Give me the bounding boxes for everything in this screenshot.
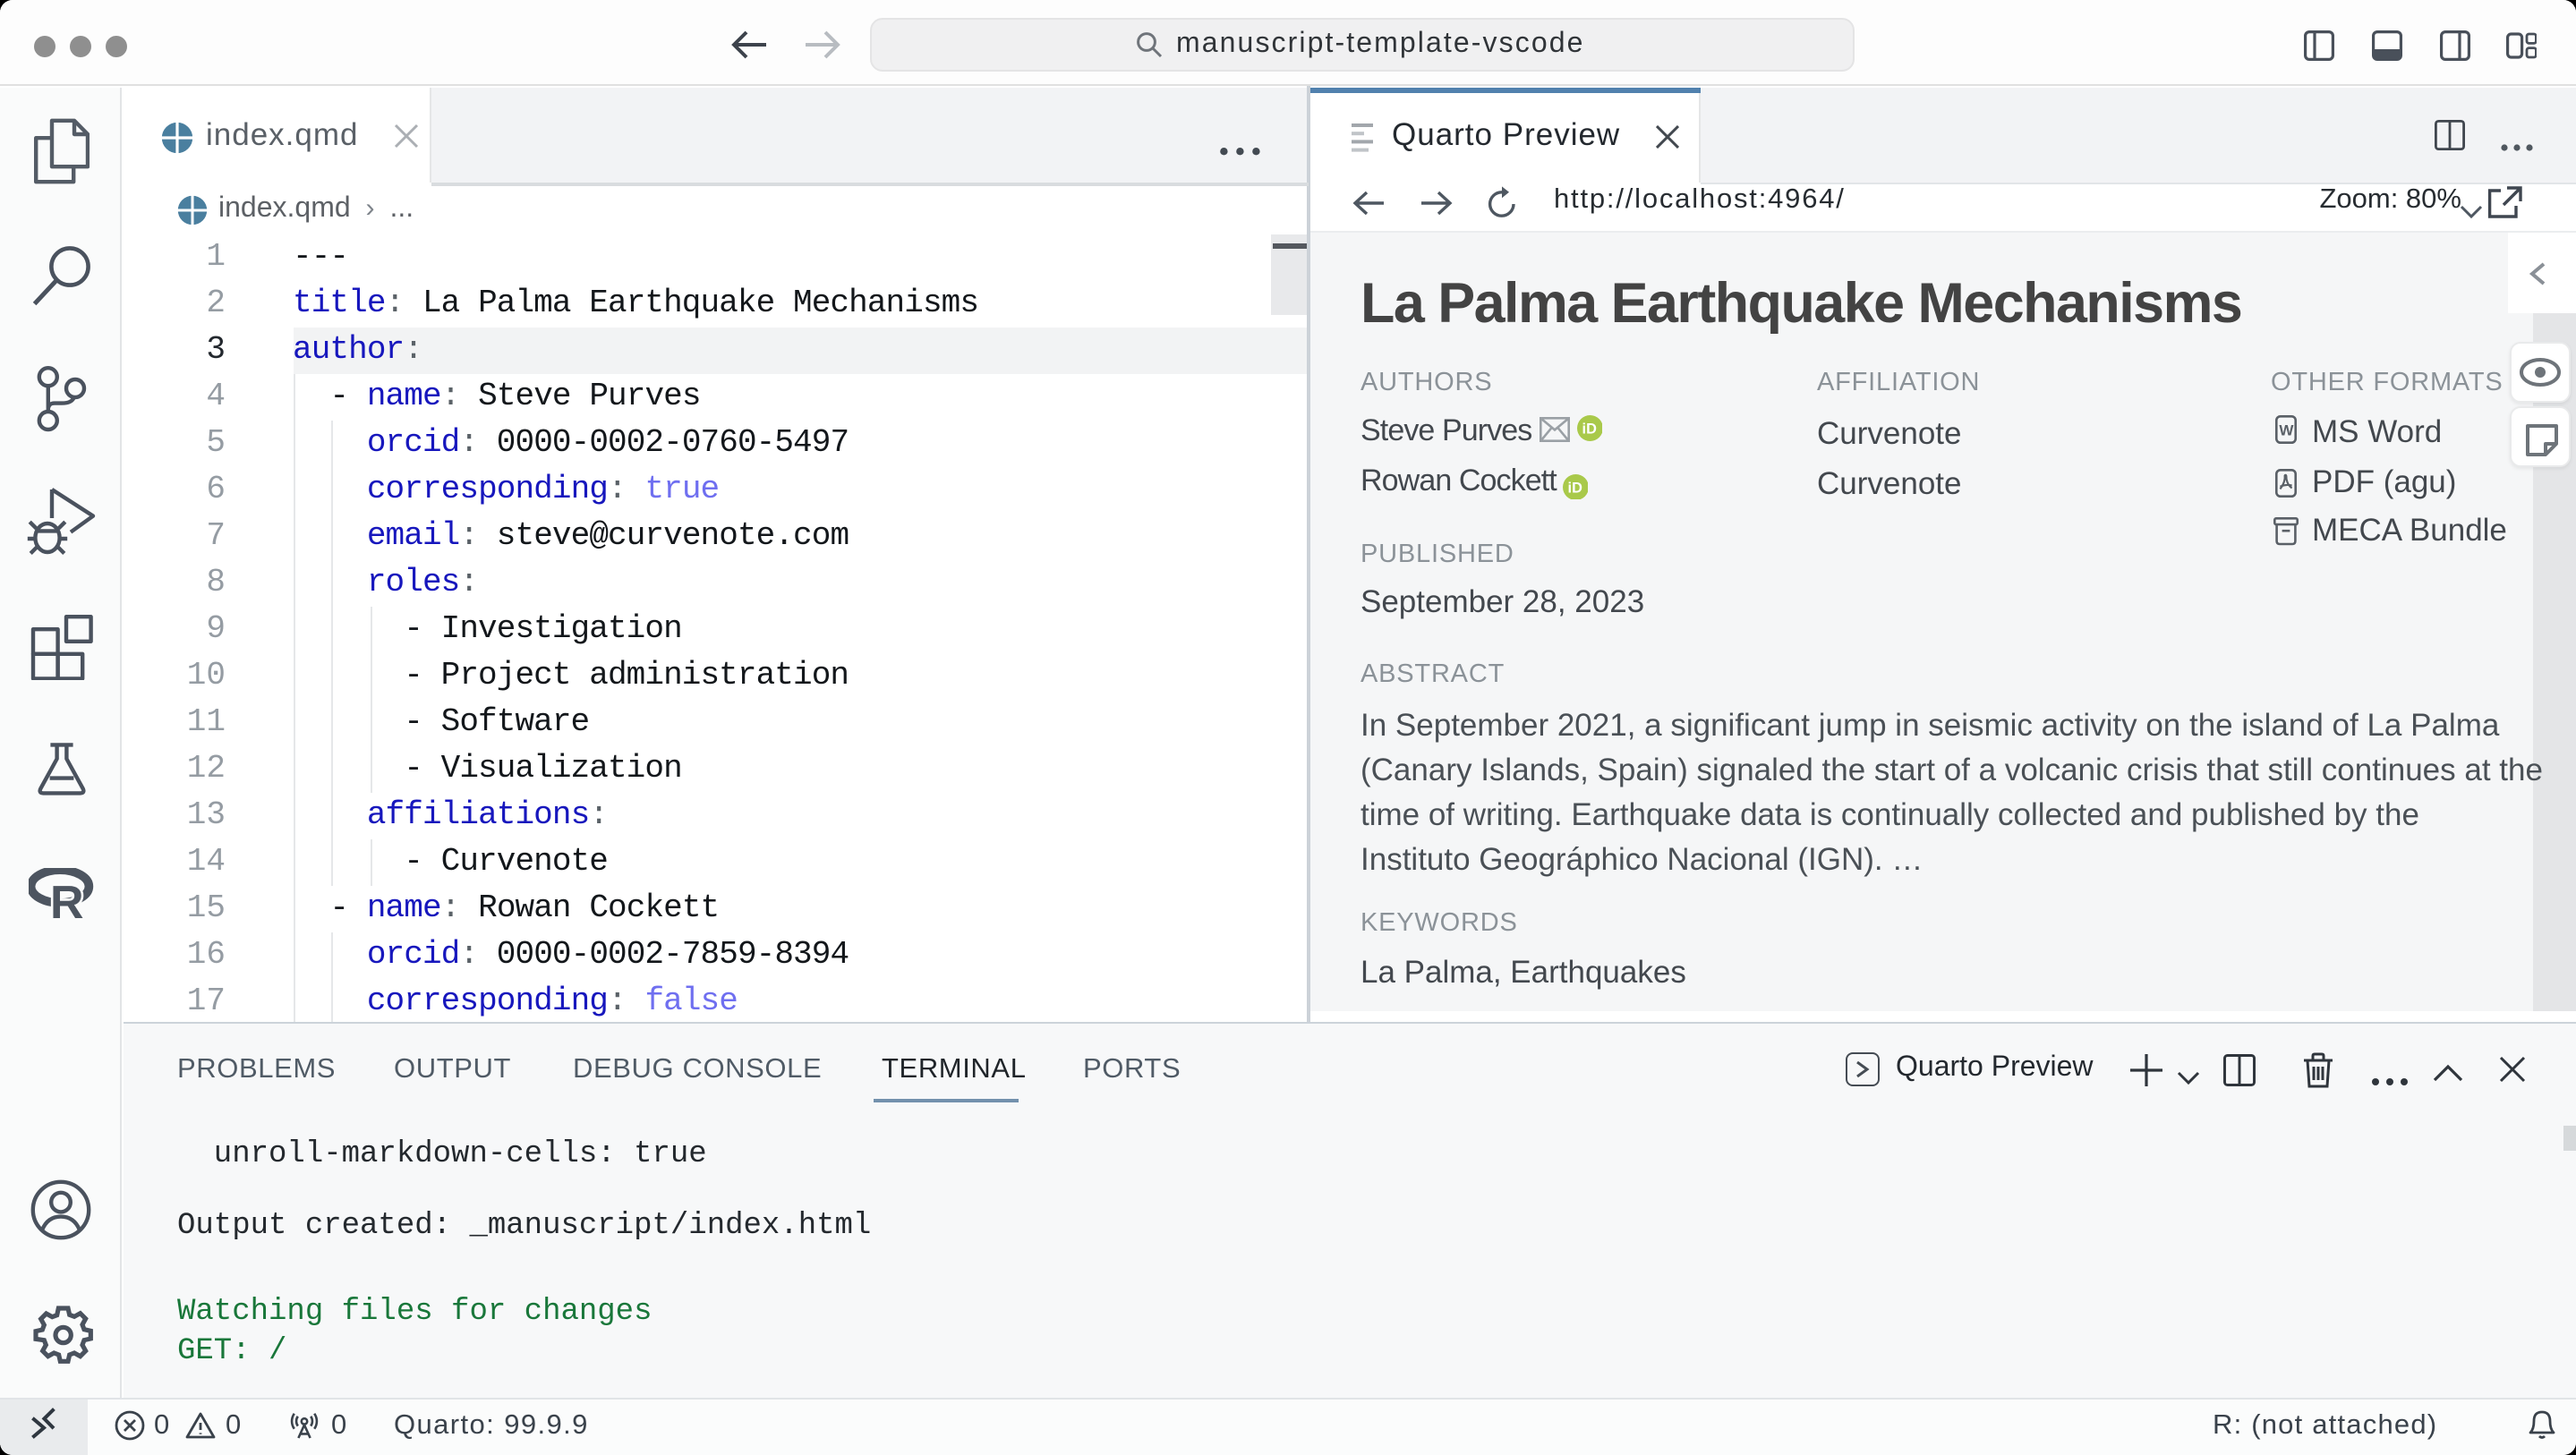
svg-text:iD: iD [1582,421,1597,438]
svg-text:W: W [2279,422,2294,439]
svg-text:R: R [50,877,84,923]
svg-text:iD: iD [1567,480,1582,496]
